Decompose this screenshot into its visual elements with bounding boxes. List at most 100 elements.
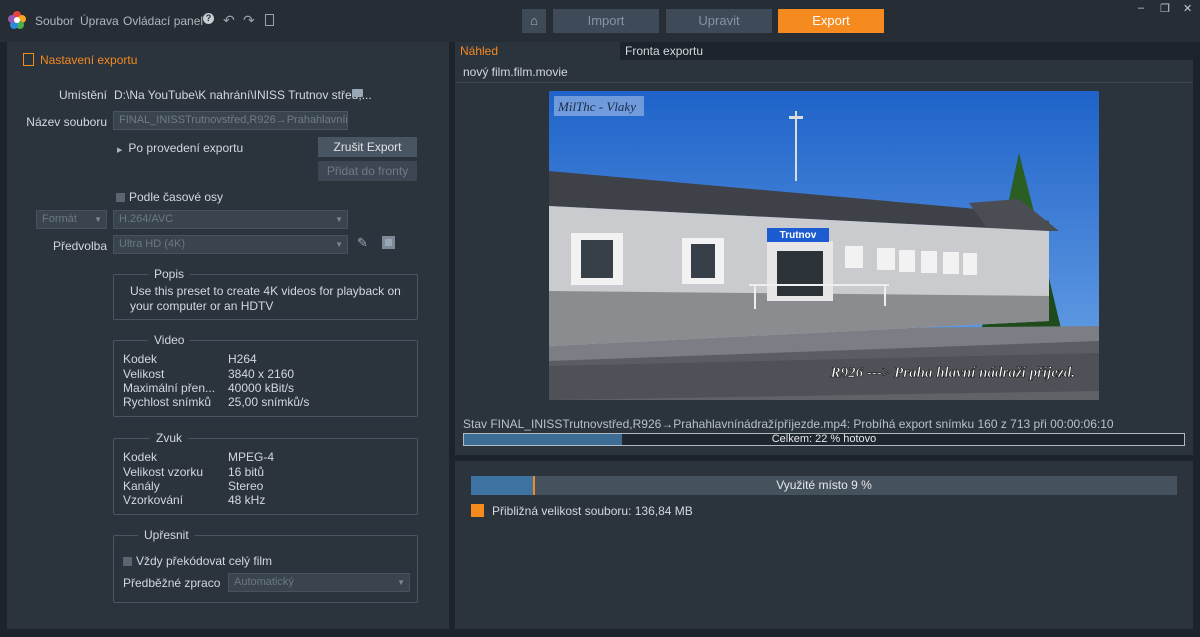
chevron-right-icon: ▶ bbox=[117, 147, 123, 154]
import-button[interactable]: Import bbox=[553, 9, 659, 33]
after-export-toggle[interactable]: ▶ Po provedení exportu bbox=[117, 141, 243, 155]
chevron-down-icon: ▼ bbox=[94, 215, 102, 224]
top-bar: Soubor Úprava Ovládací panel ? ↶ ↷ ⌂ Imp… bbox=[0, 0, 1200, 42]
app-logo-icon bbox=[7, 10, 27, 30]
audio-row-value: 16 bitů bbox=[228, 465, 265, 479]
file-size-text: Přibližná velikost souboru: 136,84 MB bbox=[492, 504, 693, 518]
add-to-queue-button[interactable]: Přidat do fronty bbox=[318, 161, 417, 181]
document-icon bbox=[23, 53, 34, 66]
video-row: Rychlost snímků 25,00 snímků/s bbox=[123, 395, 309, 409]
format-label: Formát bbox=[42, 213, 77, 225]
location-label: Umístění bbox=[58, 88, 107, 102]
audio-row-label: Vzorkování bbox=[123, 493, 184, 507]
cancel-export-button[interactable]: Zrušit Export bbox=[318, 137, 417, 157]
timeline-label: Podle časové osy bbox=[129, 190, 224, 204]
checkbox-icon bbox=[123, 557, 132, 566]
undo-icon[interactable]: ↶ bbox=[223, 12, 235, 29]
video-row-label: Rychlost snímků bbox=[123, 395, 212, 409]
menu-control-panel[interactable]: Ovládací panel bbox=[123, 14, 203, 28]
video-row-value: 3840 x 2160 bbox=[228, 367, 295, 381]
codec-dropdown[interactable]: H.264/AVC ▼ bbox=[113, 210, 348, 229]
description-text: Use this preset to create 4K videos for … bbox=[130, 284, 401, 313]
video-row-value: 40000 kBit/s bbox=[228, 381, 295, 395]
format-dropdown[interactable]: Formát ▼ bbox=[36, 210, 107, 229]
audio-row: Vzorkování 48 kHz bbox=[123, 493, 265, 507]
checkbox-icon bbox=[116, 193, 125, 202]
timeline-checkbox[interactable]: Podle časové osy bbox=[116, 190, 223, 204]
audio-row-label: Kanály bbox=[123, 479, 160, 493]
audio-row-value: 48 kHz bbox=[228, 493, 266, 507]
audio-row: Velikost vzorku 16 bitů bbox=[123, 465, 264, 479]
preset-dropdown[interactable]: Ultra HD (4K) ▼ bbox=[113, 235, 348, 254]
home-button[interactable]: ⌂ bbox=[522, 9, 546, 33]
preprocess-dropdown[interactable]: Automatický ▼ bbox=[228, 573, 410, 592]
tab-preview[interactable]: Náhled bbox=[455, 42, 620, 60]
always-recompile-checkbox[interactable]: Vždy překódovat celý film bbox=[123, 554, 272, 568]
video-row: Kodek H264 bbox=[123, 352, 257, 366]
file-size-legend bbox=[471, 504, 484, 517]
menu-file[interactable]: Soubor bbox=[35, 14, 74, 28]
disk-space-bar: Využité místo 9 % bbox=[471, 476, 1177, 495]
preview-image: Trutnov MilThc - Vlaky R926 ---> Praha h… bbox=[549, 91, 1099, 400]
tab-export-queue[interactable]: Fronta exportu bbox=[621, 42, 703, 60]
video-row-label: Maximální přen... bbox=[123, 381, 216, 395]
always-recompile-label: Vždy překódovat celý film bbox=[136, 554, 273, 568]
folder-icon[interactable] bbox=[352, 89, 363, 97]
export-progress-bar: Celkem: 22 % hotovo bbox=[463, 433, 1185, 446]
preset-label: Předvolba bbox=[52, 239, 107, 253]
location-value: D:\Na YouTube\K nahrání\INISS Trutnov st… bbox=[114, 88, 372, 102]
description-box: Popis Use this preset to create 4K video… bbox=[113, 267, 418, 320]
edit-button[interactable]: Upravit bbox=[666, 9, 772, 33]
panel-title: Nastavení exportu bbox=[23, 53, 137, 67]
audio-title: Zvuk bbox=[150, 431, 189, 445]
chevron-down-icon: ▼ bbox=[335, 240, 343, 249]
audio-row: Kanály Stereo bbox=[123, 479, 263, 493]
help-icon[interactable]: ? bbox=[203, 13, 214, 24]
filename-label: Název souboru bbox=[26, 115, 107, 129]
close-icon[interactable]: ✕ bbox=[1183, 2, 1192, 15]
refine-box: Upřesnit Vždy překódovat celý film Předb… bbox=[113, 528, 418, 603]
save-preset-icon[interactable] bbox=[382, 236, 395, 249]
export-settings-panel: Nastavení exportu Umístění D:\Na YouTube… bbox=[7, 42, 449, 629]
watermark-text: MilThc - Vlaky bbox=[557, 99, 636, 114]
caption-text: R926 ---> Praha hlavní nádraží příjezd. bbox=[830, 365, 1075, 381]
after-export-label: Po provedení exportu bbox=[128, 141, 244, 155]
export-button[interactable]: Export bbox=[778, 9, 884, 33]
panel-title-text: Nastavení exportu bbox=[40, 53, 138, 67]
description-title: Popis bbox=[148, 267, 191, 281]
video-row-label: Kodek bbox=[123, 352, 158, 366]
redo-icon[interactable]: ↷ bbox=[243, 12, 255, 29]
audio-row-value: Stereo bbox=[228, 479, 264, 493]
disk-space-text: Využité místo 9 % bbox=[776, 478, 872, 492]
video-row: Velikost 3840 x 2160 bbox=[123, 367, 294, 381]
video-row-label: Velikost bbox=[123, 367, 165, 381]
filename-field[interactable]: FINAL_INISSTrutnovstřed,R926→Prahahlavní… bbox=[113, 111, 348, 130]
audio-row-label: Kodek bbox=[123, 450, 158, 464]
preprocess-label: Předběžné zpraco bbox=[123, 576, 221, 590]
preview-panel: nový film.film.movie Trutnov MilThc - Vl… bbox=[455, 60, 1193, 455]
disk-info-panel: Využité místo 9 % Přibližná velikost sou… bbox=[455, 461, 1193, 629]
restore-icon[interactable]: ❐ bbox=[1160, 2, 1170, 15]
video-row-value: 25,00 snímků/s bbox=[228, 395, 310, 409]
home-icon: ⌂ bbox=[530, 13, 538, 28]
menu-edit[interactable]: Úprava bbox=[80, 14, 119, 28]
audio-row-value: MPEG-4 bbox=[228, 450, 275, 464]
minimize-icon[interactable]: – bbox=[1138, 2, 1144, 14]
video-row: Maximální přen... 40000 kBit/s bbox=[123, 381, 294, 395]
audio-row-label: Velikost vzorku bbox=[123, 465, 204, 479]
audio-row: Kodek MPEG-4 bbox=[123, 450, 274, 464]
codec-value: H.264/AVC bbox=[119, 213, 174, 225]
video-title: Video bbox=[148, 333, 191, 347]
video-box: Video Kodek H264 Velikost 3840 x 2160 Maxi… bbox=[113, 333, 418, 417]
export-progress-text: Celkem: 22 % hotovo bbox=[771, 433, 877, 445]
document-icon[interactable] bbox=[265, 14, 274, 26]
edit-preset-icon[interactable]: ✎ bbox=[357, 235, 368, 251]
chevron-down-icon: ▼ bbox=[335, 215, 343, 224]
movie-file-name: nový film.film.movie bbox=[463, 65, 568, 79]
export-status: Stav FINAL_INISSTrutnovstřed,R926→Prahah… bbox=[463, 417, 1114, 431]
station-photo: Trutnov MilThc - Vlaky R926 ---> Praha h… bbox=[549, 91, 1099, 400]
video-row-value: H264 bbox=[228, 352, 257, 366]
divider bbox=[455, 82, 1193, 83]
preprocess-value: Automatický bbox=[234, 576, 294, 588]
refine-title: Upřesnit bbox=[138, 528, 195, 542]
